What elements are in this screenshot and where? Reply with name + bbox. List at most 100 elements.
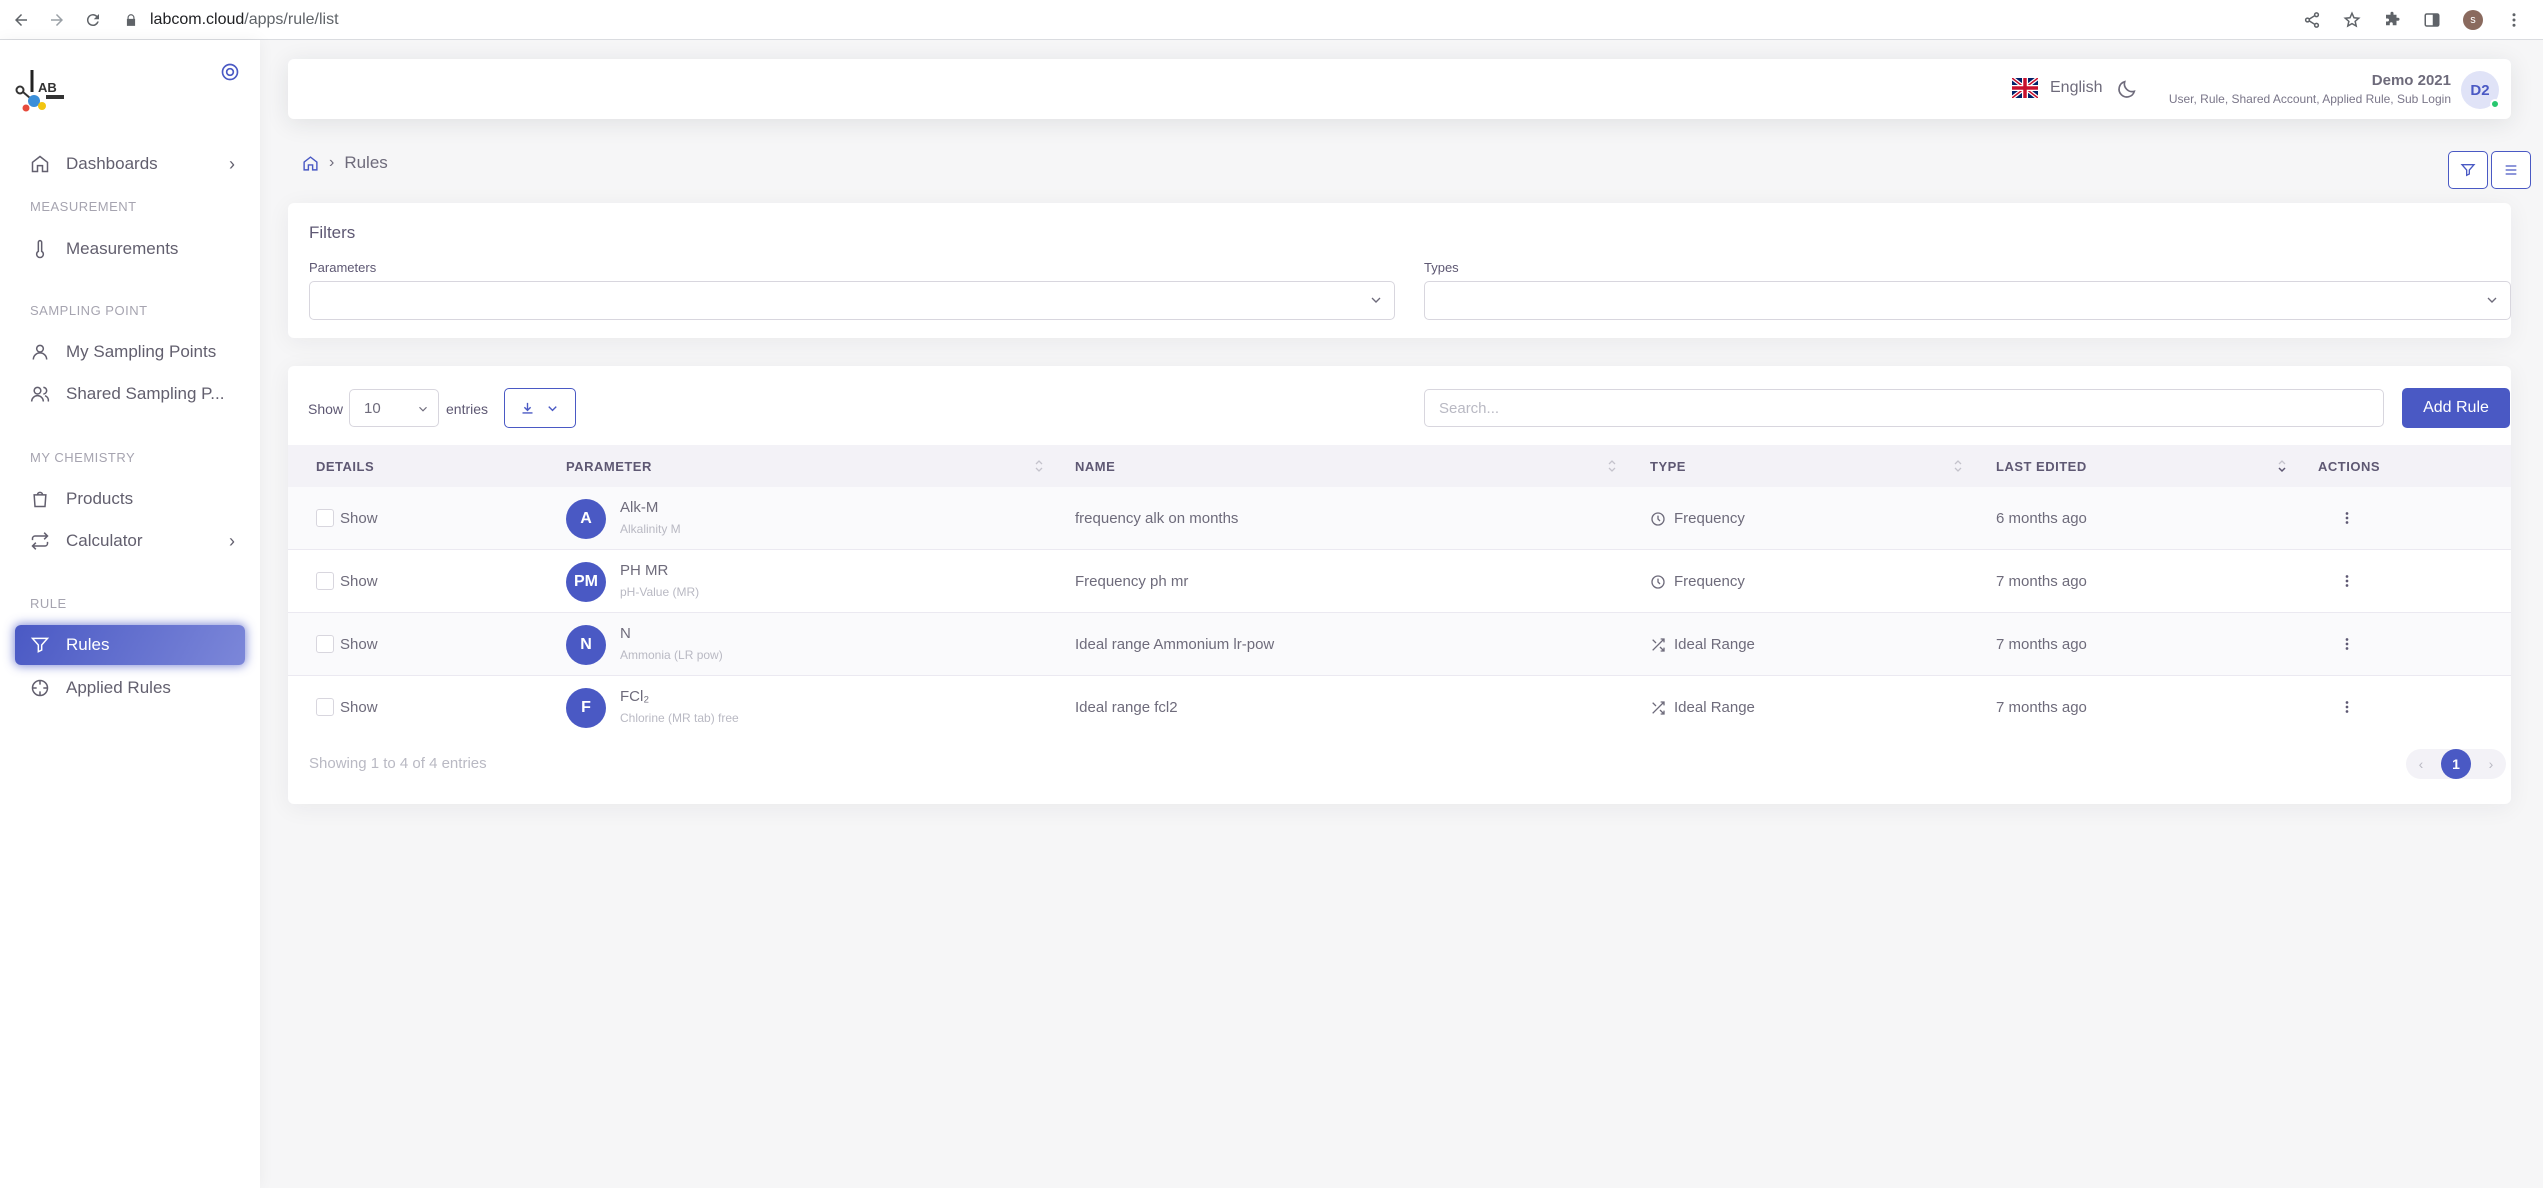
parameter-name: Alk-M bbox=[620, 499, 659, 516]
column-header-details: DETAILS bbox=[316, 459, 375, 474]
extensions-icon[interactable] bbox=[2383, 11, 2401, 29]
sidebar-item-products[interactable]: Products bbox=[15, 479, 245, 519]
filter-icon bbox=[30, 637, 50, 653]
sidebar-item-label: Applied Rules bbox=[66, 678, 171, 697]
moon-icon[interactable] bbox=[2116, 78, 2138, 100]
back-icon[interactable] bbox=[8, 7, 34, 33]
star-icon[interactable] bbox=[2343, 10, 2361, 29]
pagination-page[interactable]: 1 bbox=[2441, 749, 2471, 779]
table-row: Show F FCl₂ Chlorine (MR tab) free Ideal… bbox=[288, 676, 2511, 739]
parameter-description: pH-Value (MR) bbox=[620, 585, 700, 599]
nav-header-measurement: MEASUREMENT bbox=[30, 199, 137, 214]
sidebar-item-label: Products bbox=[66, 489, 134, 508]
details-show[interactable]: Show bbox=[340, 510, 378, 527]
sidebar-item-label: Rules bbox=[66, 635, 110, 654]
details-checkbox[interactable] bbox=[316, 698, 334, 716]
user-info[interactable]: Demo 2021 User, Rule, Shared Account, Ap… bbox=[2169, 72, 2451, 106]
filters-title: Filters bbox=[309, 223, 356, 242]
more-vertical-icon[interactable] bbox=[2338, 509, 2356, 527]
online-status-dot bbox=[2490, 99, 2500, 109]
rule-type-label: Frequency bbox=[1674, 573, 1745, 590]
more-vertical-icon[interactable] bbox=[2338, 635, 2356, 653]
sidebar-item-measurements[interactable]: Measurements bbox=[15, 229, 245, 269]
rules-table-card: Show 10 entries Add Rule DETAILS PARAMET… bbox=[288, 366, 2511, 804]
side-panel-icon[interactable] bbox=[2423, 11, 2441, 29]
nav-header-sampling-point: SAMPLING POINT bbox=[30, 303, 148, 318]
rule-name: Frequency ph mr bbox=[1075, 573, 1189, 590]
menu-icon bbox=[2505, 165, 2517, 175]
menu-button[interactable] bbox=[2491, 151, 2531, 189]
sidebar-item-applied-rules[interactable]: Applied Rules bbox=[15, 668, 245, 708]
address-bar[interactable]: labcom.cloud/apps/rule/list bbox=[124, 11, 339, 29]
details-show[interactable]: Show bbox=[340, 699, 378, 716]
sidebar-item-calculator[interactable]: Calculator › bbox=[15, 521, 245, 561]
rule-name: Ideal range fcl2 bbox=[1075, 699, 1178, 716]
more-vertical-icon[interactable] bbox=[2338, 698, 2356, 716]
url-path: /apps/rule/list bbox=[244, 10, 339, 28]
sidebar-item-shared-sampling-points[interactable]: Shared Sampling P... bbox=[15, 374, 245, 414]
reload-icon[interactable] bbox=[80, 7, 106, 33]
clock-icon bbox=[1651, 574, 1665, 589]
forward-icon[interactable] bbox=[44, 7, 70, 33]
types-select[interactable] bbox=[1424, 281, 2511, 320]
column-header-type[interactable]: TYPE bbox=[1650, 459, 1686, 474]
add-rule-button[interactable]: Add Rule bbox=[2402, 388, 2510, 428]
pagination-next[interactable]: › bbox=[2476, 749, 2506, 779]
home-icon[interactable] bbox=[302, 155, 319, 172]
types-label: Types bbox=[1424, 260, 1459, 275]
sidebar-item-my-sampling-points[interactable]: My Sampling Points bbox=[15, 332, 245, 372]
rule-type: Ideal Range bbox=[1650, 636, 1755, 653]
parameter-avatar: A bbox=[566, 499, 606, 539]
rule-name: frequency alk on months bbox=[1075, 510, 1239, 527]
sort-desc-icon[interactable] bbox=[2277, 458, 2287, 474]
column-header-name[interactable]: NAME bbox=[1075, 459, 1115, 474]
search-input[interactable] bbox=[1424, 389, 2384, 427]
svg-text:AB: AB bbox=[38, 80, 57, 95]
sort-icon[interactable] bbox=[1953, 458, 1963, 474]
details-checkbox[interactable] bbox=[316, 509, 334, 527]
labcom-logo[interactable]: AB bbox=[12, 62, 72, 114]
parameters-select[interactable] bbox=[309, 281, 1395, 320]
rule-type-label: Frequency bbox=[1674, 510, 1745, 527]
top-navbar: English Demo 2021 User, Rule, Shared Acc… bbox=[288, 59, 2511, 119]
details-checkbox[interactable] bbox=[316, 635, 334, 653]
pagination-prev[interactable]: ‹ bbox=[2406, 749, 2436, 779]
sort-icon[interactable] bbox=[1034, 458, 1044, 474]
export-button[interactable] bbox=[504, 388, 576, 428]
rule-type: Frequency bbox=[1650, 573, 1745, 590]
rule-type: Frequency bbox=[1650, 510, 1745, 527]
users-icon bbox=[30, 386, 50, 402]
parameter-avatar: N bbox=[566, 625, 606, 665]
details-show[interactable]: Show bbox=[340, 636, 378, 653]
menu-kebab-icon[interactable] bbox=[2505, 11, 2523, 29]
sidebar-item-label: My Sampling Points bbox=[66, 342, 217, 361]
column-header-parameter[interactable]: PARAMETER bbox=[566, 459, 652, 474]
profile-avatar[interactable]: s bbox=[2463, 9, 2483, 30]
lock-icon bbox=[126, 13, 136, 26]
entries-per-page-select[interactable]: 10 bbox=[349, 389, 439, 427]
user-roles: User, Rule, Shared Account, Applied Rule… bbox=[2168, 92, 2451, 106]
shuffle-icon bbox=[1652, 637, 1665, 652]
show-label: Show bbox=[308, 401, 344, 417]
sidebar-item-rules[interactable]: Rules bbox=[15, 625, 245, 665]
more-vertical-icon[interactable] bbox=[2338, 572, 2356, 590]
pagination: ‹ 1 › bbox=[2406, 749, 2506, 779]
rule-type-label: Ideal Range bbox=[1674, 699, 1755, 716]
sort-icon[interactable] bbox=[1607, 458, 1617, 474]
chevron-down-icon bbox=[548, 405, 557, 411]
language-selector[interactable]: English bbox=[2012, 78, 2102, 98]
share-icon[interactable] bbox=[2303, 11, 2321, 29]
filter-toggle-button[interactable] bbox=[2448, 151, 2488, 189]
parameter-description: Alkalinity M bbox=[620, 522, 681, 536]
home-icon bbox=[31, 155, 49, 173]
user-icon bbox=[32, 344, 48, 360]
details-show[interactable]: Show bbox=[340, 573, 378, 590]
table-row: Show A Alk-M Alkalinity M frequency alk … bbox=[288, 487, 2511, 550]
column-header-last-edited[interactable]: LAST EDITED bbox=[1996, 459, 2087, 474]
shopping-bag-icon bbox=[33, 491, 47, 508]
sidebar-item-dashboards[interactable]: Dashboards › bbox=[15, 144, 245, 184]
details-checkbox[interactable] bbox=[316, 572, 334, 590]
sidebar-collapse-icon[interactable] bbox=[220, 62, 240, 82]
avatar[interactable]: D2 bbox=[2461, 71, 2500, 109]
table-header: DETAILS PARAMETER NAME TYPE LAST EDITED … bbox=[288, 445, 2511, 487]
